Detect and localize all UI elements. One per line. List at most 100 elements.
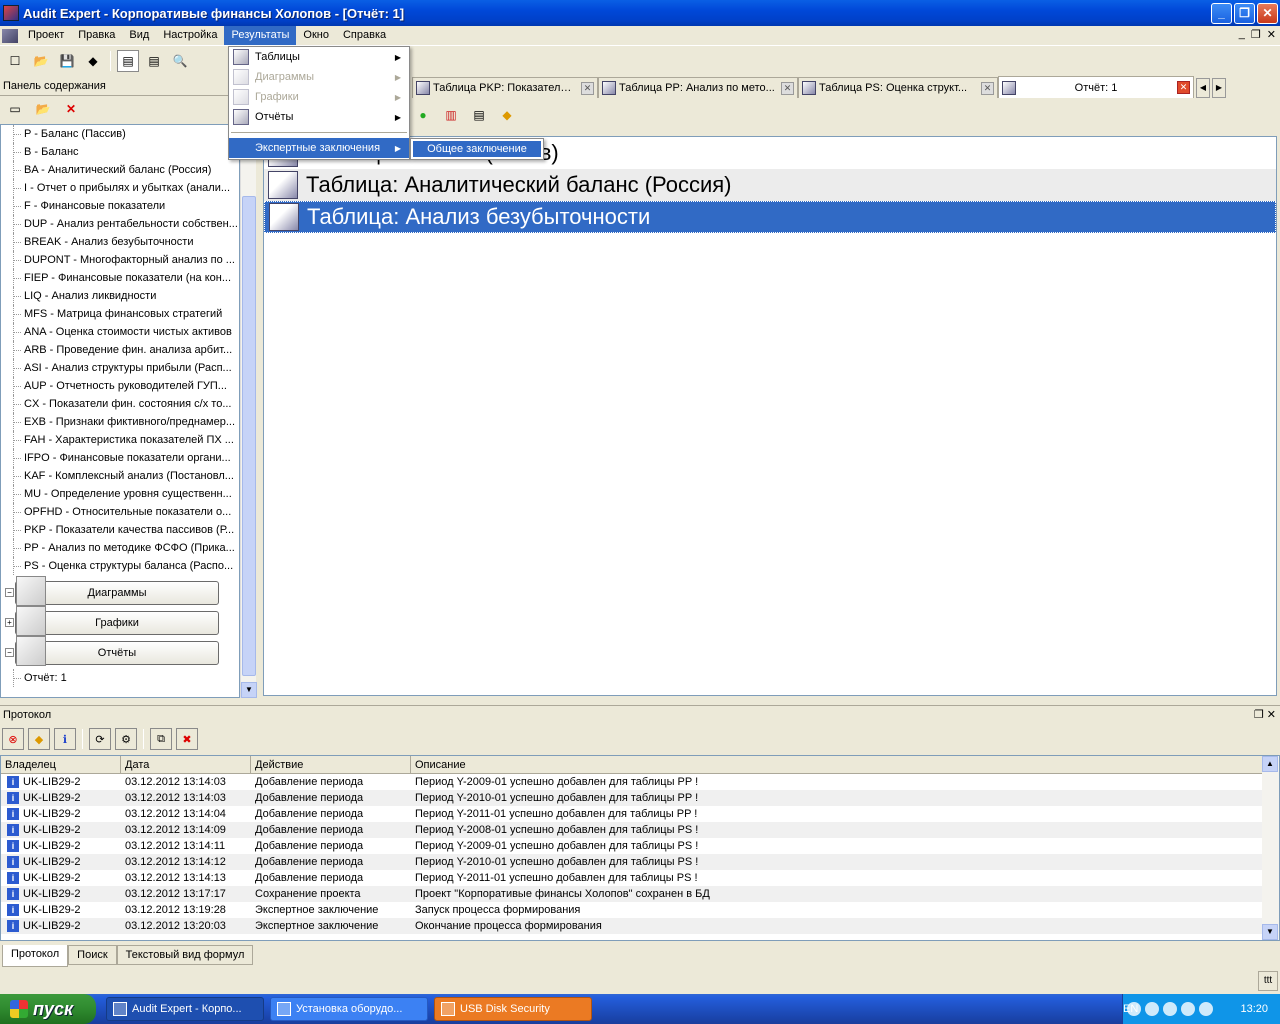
close-pane-icon[interactable]: ✕ xyxy=(1267,709,1276,721)
table-row[interactable]: i UK-LIB29-2 03.12.2012 13:14:11 Добавление… xyxy=(1,838,1279,854)
tree-item[interactable]: LIQ - Анализ ликвидности xyxy=(1,287,239,305)
tree-item[interactable]: B - Баланс xyxy=(1,143,239,161)
menu-item-general-conclusion[interactable]: Общее заключение xyxy=(413,141,541,157)
diamond-icon[interactable]: ◆ xyxy=(496,104,518,126)
menu-window[interactable]: Окно xyxy=(296,26,336,45)
maximize-button[interactable]: ❐ xyxy=(1234,2,1255,24)
tree-item[interactable]: MU - Определение уровня существенн... xyxy=(1,485,239,503)
diamond-icon[interactable]: ◆ xyxy=(82,50,104,72)
table-row[interactable]: i UK-LIB29-2 03.12.2012 13:20:03 Экспертное… xyxy=(1,918,1279,934)
open-folder-icon[interactable]: 📂 xyxy=(30,50,52,72)
task-hardware-setup[interactable]: Установка оборудо... xyxy=(270,997,428,1021)
delete-icon[interactable]: ✕ xyxy=(60,98,82,120)
close-tab-icon[interactable]: ✕ xyxy=(581,81,594,95)
list-view-icon[interactable]: ▤ xyxy=(143,50,165,72)
close-tab-icon[interactable]: ✕ xyxy=(1177,81,1190,94)
settings-icon[interactable]: ⚙ xyxy=(115,728,137,750)
report-row[interactable]: Таблица: Аналитический баланс (Россия) xyxy=(264,169,1276,201)
info-filter-icon[interactable]: ℹ xyxy=(54,728,76,750)
tree-item[interactable]: ANA - Оценка стоимости чистых активов xyxy=(1,323,239,341)
open-item-icon[interactable]: 📂 xyxy=(32,98,54,120)
collapse-icon[interactable]: − xyxy=(5,648,14,657)
menu-results[interactable]: Результаты xyxy=(224,26,297,45)
tree-item[interactable]: BREAK - Анализ безубыточности xyxy=(1,233,239,251)
table-row[interactable]: i UK-LIB29-2 03.12.2012 13:14:04 Добавление… xyxy=(1,806,1279,822)
tree-item[interactable]: F - Финансовые показатели xyxy=(1,197,239,215)
menu-settings[interactable]: Настройка xyxy=(156,26,224,45)
close-tab-icon[interactable]: ✕ xyxy=(781,81,794,95)
mdi-restore-button[interactable]: ❐ xyxy=(1251,28,1261,41)
report-icon[interactable]: ▤ xyxy=(468,104,490,126)
tray-network-icon[interactable] xyxy=(1145,1002,1159,1016)
error-filter-icon[interactable]: ⊗ xyxy=(2,728,24,750)
scroll-up-icon[interactable]: ▲ xyxy=(1262,756,1278,772)
mdi-close-button[interactable]: ✕ xyxy=(1267,28,1276,41)
restore-pane-icon[interactable]: ❐ xyxy=(1254,709,1264,721)
copy-icon[interactable]: ⧉ xyxy=(150,728,172,750)
start-button[interactable]: пуск xyxy=(0,994,96,1024)
menu-item-tables[interactable]: Таблицы ▶ xyxy=(229,47,409,67)
tree-item[interactable]: EXB - Признаки фиктивного/преднамер... xyxy=(1,413,239,431)
table-row[interactable]: i UK-LIB29-2 03.12.2012 13:14:09 Добавление… xyxy=(1,822,1279,838)
tab-scroll-left-icon[interactable]: ◀ xyxy=(1196,78,1210,98)
mdi-minimize-button[interactable]: _ xyxy=(1239,28,1245,41)
tree-item[interactable]: PP - Анализ по методике ФСФО (Прика... xyxy=(1,539,239,557)
column-owner[interactable]: Владелец xyxy=(1,756,121,773)
tab-search[interactable]: Поиск xyxy=(68,945,117,965)
refresh-icon[interactable]: ● xyxy=(412,104,434,126)
tree-item[interactable]: BA - Аналитический баланс (Россия) xyxy=(1,161,239,179)
table-row[interactable]: i UK-LIB29-2 03.12.2012 13:14:12 Добавление… xyxy=(1,854,1279,870)
tree-item[interactable]: PKP - Показатели качества пассивов (Р... xyxy=(1,521,239,539)
tree-item[interactable]: IFPO - Финансовые показатели органи... xyxy=(1,449,239,467)
clock[interactable]: 13:20 xyxy=(1240,1003,1268,1015)
tab-ps[interactable]: Таблица PS: Оценка структ... ✕ xyxy=(798,77,998,98)
scroll-down-icon[interactable]: ▼ xyxy=(241,682,257,698)
tree-item[interactable]: PS - Оценка структуры баланса (Распо... xyxy=(1,557,239,575)
document-icon[interactable] xyxy=(2,28,18,43)
scroll-down-icon[interactable]: ▼ xyxy=(1262,924,1278,940)
column-date[interactable]: Дата xyxy=(121,756,251,773)
table-row[interactable]: i UK-LIB29-2 03.12.2012 13:19:28 Экспертное… xyxy=(1,902,1279,918)
tree-item[interactable]: P - Баланс (Пассив) xyxy=(1,125,239,143)
table-row[interactable]: i UK-LIB29-2 03.12.2012 13:14:03 Добавление… xyxy=(1,790,1279,806)
task-audit-expert[interactable]: Audit Expert - Корпо... xyxy=(106,997,264,1021)
tree-item-report[interactable]: Отчёт: 1 xyxy=(1,669,239,687)
filter-icon[interactable]: ⟳ xyxy=(89,728,111,750)
close-button[interactable]: ✕ xyxy=(1257,2,1278,24)
group-reports[interactable]: − Отчёты xyxy=(5,636,219,666)
tab-report[interactable]: Отчёт: 1 ✕ xyxy=(998,76,1194,98)
menu-item-reports[interactable]: Отчёты ▶ xyxy=(229,107,409,127)
tray-usb-icon[interactable] xyxy=(1163,1002,1177,1016)
tree-item[interactable]: FAH - Характеристика показателей ПХ ... xyxy=(1,431,239,449)
language-indicator[interactable]: EN xyxy=(1123,1003,1138,1015)
warning-filter-icon[interactable]: ◆ xyxy=(28,728,50,750)
collapse-icon[interactable]: − xyxy=(5,588,14,597)
tab-scroll-right-icon[interactable]: ▶ xyxy=(1212,78,1226,98)
tree-item[interactable]: OPFHD - Относительные показатели о... xyxy=(1,503,239,521)
tree-item[interactable]: MFS - Матрица финансовых стратегий xyxy=(1,305,239,323)
tree-item[interactable]: ASI - Анализ структуры прибыли (Расп... xyxy=(1,359,239,377)
tray-antivirus-icon[interactable] xyxy=(1181,1002,1195,1016)
tree-item[interactable]: KAF - Комплексный анализ (Постановл... xyxy=(1,467,239,485)
grid-scrollbar[interactable]: ▲ ▼ xyxy=(1262,756,1279,940)
column-description[interactable]: Описание xyxy=(411,756,1279,773)
save-icon[interactable]: 💾 xyxy=(56,50,78,72)
table-row[interactable]: i UK-LIB29-2 03.12.2012 13:17:17 Сохранение… xyxy=(1,886,1279,902)
group-graphs[interactable]: + Графики xyxy=(5,606,219,636)
group-diagrams[interactable]: − Диаграммы xyxy=(5,576,219,606)
menu-item-expert-conclusions[interactable]: Экспертные заключения ▶ xyxy=(229,138,409,158)
tab-pp[interactable]: Таблица PP: Анализ по мето... ✕ xyxy=(598,77,798,98)
menu-project[interactable]: Проект xyxy=(21,26,71,45)
tab-pkp[interactable]: Таблица PKP: Показатели к... ✕ xyxy=(412,77,598,98)
table-row[interactable]: i UK-LIB29-2 03.12.2012 13:14:13 Добавление… xyxy=(1,870,1279,886)
close-tab-icon[interactable]: ✕ xyxy=(981,81,994,95)
tree-item[interactable]: ARB - Проведение фин. анализа арбит... xyxy=(1,341,239,359)
expand-icon[interactable]: + xyxy=(5,618,14,627)
scroll-thumb[interactable] xyxy=(242,196,256,676)
column-action[interactable]: Действие xyxy=(251,756,411,773)
search-icon[interactable]: 🔍 xyxy=(169,50,191,72)
tree-item[interactable]: DUP - Анализ рентабельности собствен... xyxy=(1,215,239,233)
tray-volume-icon[interactable] xyxy=(1199,1002,1213,1016)
tree-scrollbar[interactable]: ▲ ▼ xyxy=(240,124,257,698)
add-item-icon[interactable]: ▭ xyxy=(4,98,26,120)
